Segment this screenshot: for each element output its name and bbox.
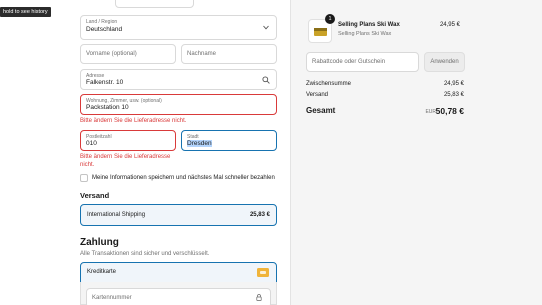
ski-wax-image xyxy=(314,28,327,36)
order-summary-panel xyxy=(290,0,542,305)
country-label: Land / Region xyxy=(86,19,118,25)
address-value: Falkenstr. 10 xyxy=(86,79,124,86)
address-input[interactable]: Adresse Falkenstr. 10 xyxy=(80,69,277,90)
product-name: Selling Plans Ski Wax xyxy=(338,22,400,28)
subtotal-label: Zwischensumme xyxy=(306,81,352,87)
product-variant: Selling Plans Ski Wax xyxy=(338,31,392,37)
country-value: Deutschland xyxy=(86,26,123,33)
lock-icon xyxy=(256,294,262,301)
shipping-method-name: International Shipping xyxy=(87,212,146,218)
shipping-heading: Versand xyxy=(80,191,110,200)
discount-placeholder: Rabattcode oder Gutschein xyxy=(312,59,386,65)
quantity-badge: 1 xyxy=(325,14,335,24)
last-name-placeholder: Nachname xyxy=(187,51,217,57)
discount-code-input[interactable]: Rabattcode oder Gutschein xyxy=(306,52,419,72)
zip-error-line2: nicht. xyxy=(80,162,95,168)
credit-card-icon xyxy=(257,268,269,277)
save-info-label: Meine Informationen speichern und nächst… xyxy=(92,175,275,181)
card-number-placeholder: Kartennummer xyxy=(92,295,132,301)
last-name-input[interactable]: Nachname xyxy=(181,44,277,64)
city-input[interactable]: Stadt Dresden xyxy=(181,130,277,151)
payment-subtitle: Alle Transaktionen sind sicher und versc… xyxy=(80,251,210,257)
history-tooltip: hold to see history xyxy=(0,7,51,17)
apartment-input[interactable]: Wohnung, Zimmer, usw. (optional) Packsta… xyxy=(80,94,277,115)
apartment-error-message: Bitte ändern Sie die Lieferadresse nicht… xyxy=(80,118,187,124)
first-name-input[interactable]: Vorname (optional) xyxy=(80,44,176,64)
card-number-input[interactable]: Kartennummer xyxy=(86,288,271,305)
zip-error-line1: Bitte ändern Sie die Lieferadresse xyxy=(80,154,171,160)
payment-method-label: Kreditkarte xyxy=(87,269,117,275)
total-currency: EUR xyxy=(425,109,436,115)
product-price: 24,95 € xyxy=(439,22,460,28)
search-icon[interactable] xyxy=(262,76,270,84)
shipping-method-price: 25,83 € xyxy=(249,212,270,218)
payment-heading: Zahlung xyxy=(80,237,119,248)
subtotal-value: 24,95 € xyxy=(443,81,464,87)
payment-method-creditcard[interactable]: Kreditkarte xyxy=(80,262,277,283)
apply-discount-button[interactable]: Anwenden xyxy=(424,52,465,72)
top-partial-field[interactable] xyxy=(115,0,194,8)
save-info-checkbox[interactable] xyxy=(80,174,88,182)
shipping-method-option[interactable]: International Shipping 25,83 € xyxy=(80,204,277,226)
city-value: Dresden xyxy=(187,140,212,147)
chevron-down-icon xyxy=(263,25,269,30)
summary-shipping-value: 25,83 € xyxy=(443,92,464,98)
summary-shipping-label: Versand xyxy=(306,92,329,98)
zip-error-message: Bitte ändern Sie die Lieferadresse nicht… xyxy=(80,153,170,169)
total-value: 50,78 € xyxy=(435,106,464,116)
apartment-value: Packstation 10 xyxy=(86,104,129,111)
zip-input[interactable]: Postleitzahl 010 xyxy=(80,130,176,151)
first-name-placeholder: Vorname (optional) xyxy=(86,51,137,57)
zip-value: 010 xyxy=(86,140,97,147)
country-select[interactable]: Land / Region Deutschland xyxy=(80,15,277,40)
total-label: Gesamt xyxy=(306,106,336,115)
